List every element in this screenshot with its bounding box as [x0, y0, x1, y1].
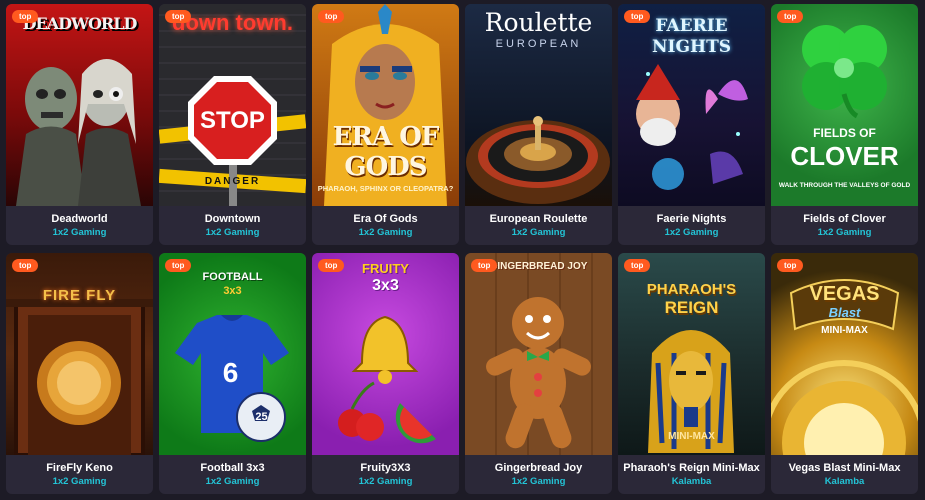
game-provider: 1x2 Gaming [205, 227, 260, 238]
game-provider: 1x2 Gaming [358, 227, 413, 238]
game-sublogo: NIGHTS [652, 37, 731, 57]
game-tagline: MINI-MAX [668, 431, 715, 442]
zombie-art [6, 4, 153, 206]
top-badge: top [12, 259, 39, 272]
game-title[interactable]: European Roulette [465, 213, 612, 225]
game-thumbnail[interactable]: FIELDS OF CLOVER WALK THROUGH THE VALLEY… [771, 4, 918, 206]
game-logo: Roulette [484, 8, 593, 37]
top-badge: top [624, 259, 651, 272]
game-thumbnail[interactable]: VEGAS Blast MINI-MAX top [771, 253, 918, 455]
football-art [159, 253, 306, 455]
game-card-fields-of-clover[interactable]: FIELDS OF CLOVER WALK THROUGH THE VALLEY… [771, 4, 918, 245]
game-provider: Kalamba [824, 476, 865, 487]
game-logo: FOOTBALL [202, 271, 263, 283]
game-tagline: WALK THROUGH THE VALLEYS OF GOLD [778, 182, 911, 189]
top-badge: top [318, 10, 345, 23]
gong-art [6, 253, 153, 455]
game-grid: DEADWORLD top Deadworld 1x2 Gaming down … [6, 4, 918, 494]
game-title[interactable]: Faerie Nights [618, 213, 765, 225]
game-provider: 1x2 Gaming [511, 476, 566, 487]
game-card-faerie-nights[interactable]: FAERIE NIGHTS top Faerie Nights 1x2 Gami… [618, 4, 765, 245]
game-provider: 1x2 Gaming [817, 227, 872, 238]
top-badge: top [12, 10, 39, 23]
game-sublogo: 3x3 [223, 285, 242, 297]
game-provider: 1x2 Gaming [52, 476, 107, 487]
top-badge: top [471, 259, 498, 272]
top-badge: top [318, 259, 345, 272]
game-card-european-roulette[interactable]: Roulette EUROPEAN European Roulette 1x2 … [465, 4, 612, 245]
game-thumbnail[interactable]: FRUITY 3x3 top [312, 253, 459, 455]
game-logo: VEGAS [809, 283, 880, 305]
game-thumbnail[interactable]: FOOTBALL 3x3 6 25 top [159, 253, 306, 455]
game-thumbnail[interactable]: FIRE FLY top [6, 253, 153, 455]
game-logo: FIRE FLY [42, 287, 117, 304]
game-logo: PHARAOH'S [646, 281, 737, 298]
game-provider: 1x2 Gaming [205, 476, 260, 487]
game-card-football-3x3[interactable]: FOOTBALL 3x3 6 25 top Football 3x3 1x2 G… [159, 253, 306, 494]
game-title[interactable]: Era Of Gods [312, 213, 459, 225]
ball-number: 25 [255, 411, 268, 423]
game-provider: 1x2 Gaming [52, 227, 107, 238]
game-title[interactable]: Deadworld [6, 213, 153, 225]
top-badge: top [165, 10, 192, 23]
game-provider: 1x2 Gaming [358, 476, 413, 487]
game-provider: 1x2 Gaming [511, 227, 566, 238]
game-logo: ERA OF GODS [332, 122, 440, 182]
top-badge: top [624, 10, 651, 23]
game-title[interactable]: Downtown [159, 213, 306, 225]
game-sublogo: REIGN [664, 298, 719, 317]
game-thumbnail[interactable]: down town. STOP DANGER top [159, 4, 306, 206]
game-card-era-of-gods[interactable]: ERA OF GODS PHARAOH, SPHINX OR CLEOPATRA… [312, 4, 459, 245]
game-title[interactable]: FireFly Keno [6, 462, 153, 474]
top-badge: top [777, 259, 804, 272]
game-tagline: PHARAOH, SPHINX OR CLEOPATRA? [317, 184, 454, 193]
game-provider: Kalamba [671, 476, 712, 487]
game-thumbnail[interactable]: ERA OF GODS PHARAOH, SPHINX OR CLEOPATRA… [312, 4, 459, 206]
game-thumbnail[interactable]: GINGERBREAD JOY top [465, 253, 612, 455]
game-card-firefly-keno[interactable]: FIRE FLY top FireFly Keno 1x2 Gaming [6, 253, 153, 494]
game-title[interactable]: Fields of Clover [771, 213, 918, 225]
game-thumbnail[interactable]: PHARAOH'S REIGN MINI-MAX top [618, 253, 765, 455]
game-provider: 1x2 Gaming [664, 227, 719, 238]
game-card-vegas-blast-mini-max[interactable]: VEGAS Blast MINI-MAX top Vegas Blast Min… [771, 253, 918, 494]
game-tagline: MINI-MAX [821, 325, 868, 336]
game-card-deadworld[interactable]: DEADWORLD top Deadworld 1x2 Gaming [6, 4, 153, 245]
danger-tape-text: DANGER [204, 176, 261, 187]
game-thumbnail[interactable]: DEADWORLD top [6, 4, 153, 206]
top-badge: top [165, 259, 192, 272]
clover-art [771, 4, 918, 206]
game-title[interactable]: Pharaoh's Reign Mini-Max [618, 462, 765, 474]
game-card-downtown[interactable]: down town. STOP DANGER top Downtown 1x2 … [159, 4, 306, 245]
game-sublogo: CLOVER [790, 141, 899, 171]
game-card-gingerbread-joy[interactable]: GINGERBREAD JOY top Gingerbread Joy 1x2 … [465, 253, 612, 494]
game-title[interactable]: Fruity3X3 [312, 462, 459, 474]
game-sublogo: Blast [828, 305, 861, 320]
gingerbread-man-art [465, 253, 612, 455]
shirt-number: 6 [222, 357, 239, 388]
stop-sign-text: STOP [200, 107, 265, 134]
game-title[interactable]: Vegas Blast Mini-Max [771, 462, 918, 474]
game-title[interactable]: Gingerbread Joy [465, 462, 612, 474]
game-card-fruity3x3[interactable]: FRUITY 3x3 top Fruity3X3 1x2 Gaming [312, 253, 459, 494]
game-sublogo: EUROPEAN [495, 38, 582, 50]
game-thumbnail[interactable]: Roulette EUROPEAN [465, 4, 612, 206]
game-sublogo: 3x3 [372, 277, 399, 294]
game-title[interactable]: Football 3x3 [159, 462, 306, 474]
game-logo: FIELDS OF [813, 126, 876, 140]
game-thumbnail[interactable]: FAERIE NIGHTS top [618, 4, 765, 206]
top-badge: top [777, 10, 804, 23]
game-card-pharaohs-reign-mini-max[interactable]: PHARAOH'S REIGN MINI-MAX top Pharaoh's R… [618, 253, 765, 494]
